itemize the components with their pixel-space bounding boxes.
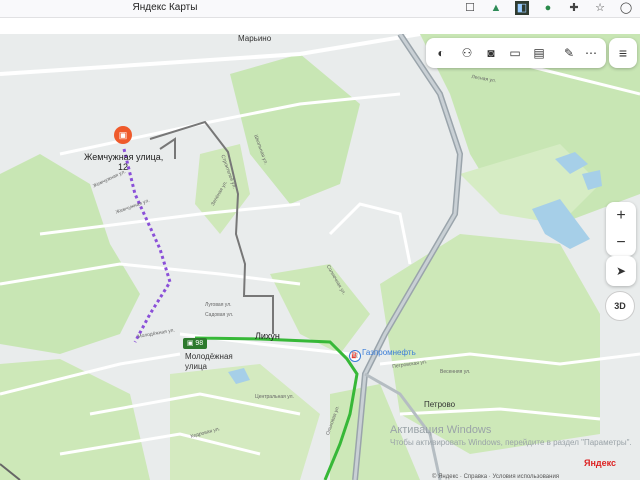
map-canvas[interactable]: ▣ Жемчужная улица, 12 Марьино Лихун Моло… [0,34,640,480]
bus-stop-label-line1: Молодёжная [185,352,233,361]
zoom-control: + − [606,202,636,256]
street-label: Луговая ул. [205,302,232,308]
3d-button[interactable]: 3D [605,291,635,321]
profile-icon[interactable]: ◯ [619,1,633,15]
street-label: Садовая ул. [205,312,234,318]
traffic-icon[interactable]: ▤ [530,44,548,62]
search-strip [0,18,640,34]
destination-pin-icon[interactable]: ▣ [114,126,132,144]
menu-button[interactable]: ≡ [609,38,637,68]
photo-icon[interactable]: ◙ [482,44,500,62]
map-graphics [0,34,640,480]
location-arrow-icon: ➤ [615,264,627,278]
destination-label-line1: Жемчужная улица, [84,152,164,162]
panorama-icon[interactable]: ⚇ [458,44,476,62]
browser-toolbar: Яндекс Карты ☐ ▲ ◧ ● ✚ ☆ ◯ [0,0,640,18]
layers-icon[interactable]: ◐ [432,44,450,62]
extension-green-icon[interactable]: ▲ [489,1,503,15]
place-petrovo: Петрово [424,400,456,409]
bus-stop-label-line2: улица [185,362,207,371]
ruler-icon[interactable]: ✎ [560,44,578,62]
menu-icon: ≡ [618,45,628,61]
street-label: Весенняя ул. [440,369,471,375]
tab-title: Яндекс Карты [132,2,198,13]
place-gazprom: Газпромнефть [362,348,416,357]
bookmark-icon[interactable]: ☐ [463,1,477,15]
place-marvino: Марьино [238,34,272,43]
transport-icon[interactable]: ▭ [506,44,524,62]
map-layers-toolbar: ◐ ⚇ ◙ ▭ ▤ ✎ ⋯ [426,38,606,68]
yandex-logo: Яндекс [584,458,617,468]
zoom-out-button[interactable]: − [606,229,636,256]
locate-button[interactable]: ➤ [606,256,636,286]
extension-dark-icon[interactable]: ◧ [515,1,529,15]
zoom-in-button[interactable]: + [606,202,636,229]
bus-route-badge[interactable]: ▣ 98 [183,338,207,349]
bus-number: 98 [195,340,204,347]
activation-text: Чтобы активировать Windows, перейдите в … [390,438,632,447]
footer-terms[interactable]: © Яндекс · Справка · Условия использован… [432,474,559,480]
activation-title: Активация Windows [390,424,492,436]
extension-search-icon[interactable]: ● [541,1,555,15]
favorite-icon[interactable]: ☆ [593,1,607,15]
street-label: Центральная ул. [255,394,294,400]
bus-icon: ▣ [186,340,194,347]
puzzle-icon[interactable]: ✚ [567,1,581,15]
place-lihun: Лихун [255,331,280,341]
gas-station-icon[interactable]: ⛽ [349,350,361,362]
more-icon[interactable]: ⋯ [582,44,600,62]
